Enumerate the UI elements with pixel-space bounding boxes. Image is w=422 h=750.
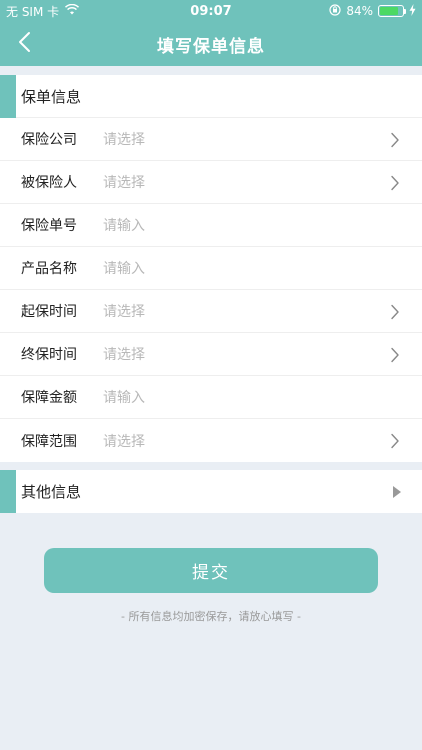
section-accent-bar <box>0 470 16 513</box>
form-row-select[interactable]: 请选择 <box>103 129 145 149</box>
form-row-label: 起保时间 <box>21 304 77 320</box>
form-row[interactable]: 保障金额 请输入 <box>0 376 422 419</box>
form-row[interactable]: 终保时间 请选择 <box>0 333 422 376</box>
form-row[interactable]: 保险公司 请选择 <box>0 118 422 161</box>
status-left: 无 SIM 卡 <box>6 3 80 20</box>
nav-bar: 填写保单信息 <box>0 22 422 66</box>
form-row-label: 保险单号 <box>21 218 77 234</box>
chevron-right-icon <box>390 175 400 191</box>
form-row-label: 终保时间 <box>21 347 77 363</box>
policy-info-title: 保单信息 <box>21 87 82 106</box>
form-row[interactable]: 产品名称 请输入 <box>0 247 422 290</box>
battery-level-fill <box>380 7 399 15</box>
form-row-select[interactable]: 请选择 <box>103 172 145 192</box>
back-button[interactable] <box>10 30 38 58</box>
rotation-lock-icon <box>329 3 341 19</box>
policy-form-rows: 保险公司 请选择 被保险人 请选择 保险单号 请输入 产品名称 请输入 起保时间 请选择 终保时间请… <box>0 118 422 462</box>
carrier-label: 无 SIM 卡 <box>6 4 60 19</box>
form-row-select[interactable]: 请选择 <box>103 301 145 321</box>
form-row-input[interactable]: 请输入 <box>103 387 145 407</box>
other-info-header[interactable]: 其他信息 <box>0 470 422 513</box>
policy-info-header: 保单信息 <box>0 75 422 118</box>
form-row-select[interactable]: 请选择 <box>103 431 145 451</box>
form-row-label: 保障金额 <box>21 390 77 406</box>
section-accent-bar <box>0 75 16 118</box>
submit-button[interactable]: 提交 <box>44 548 378 593</box>
other-info-section[interactable]: 其他信息 <box>0 470 422 513</box>
privacy-footnote: - 所有信息均加密保存，请放心填写 - <box>121 610 301 623</box>
chevron-left-icon <box>17 31 31 57</box>
form-row-select[interactable]: 请选择 <box>103 344 145 364</box>
form-row[interactable]: 被保险人 请选择 <box>0 161 422 204</box>
form-row[interactable]: 起保时间 请选择 <box>0 290 422 333</box>
form-row-input[interactable]: 请输入 <box>103 215 145 235</box>
status-right: 84% <box>329 3 416 19</box>
form-row[interactable]: 保障范围 请选择 <box>0 419 422 462</box>
form-row-label: 被保险人 <box>21 175 77 191</box>
battery-percent: 84% <box>346 4 373 18</box>
form-row-label: 保险公司 <box>21 132 77 148</box>
bolt-icon <box>409 3 416 19</box>
form-row-label: 产品名称 <box>21 261 77 277</box>
wifi-icon <box>65 3 80 18</box>
chevron-right-icon <box>390 433 400 449</box>
triangle-right-icon <box>392 484 402 503</box>
page-title: 填写保单信息 <box>157 36 265 57</box>
chevron-right-icon <box>390 304 400 320</box>
form-row-input[interactable]: 请输入 <box>103 258 145 278</box>
chevron-right-icon <box>390 347 400 363</box>
form-row[interactable]: 保险单号 请输入 <box>0 204 422 247</box>
policy-info-section: 保单信息 保险公司 请选择 被保险人 请选择 保险单号 请输入 产品名称 请输入 起保时间 请选择… <box>0 75 422 462</box>
status-bar: 无 SIM 卡 09:07 84% <box>0 0 422 22</box>
other-info-title: 其他信息 <box>21 483 82 501</box>
form-row-label: 保障范围 <box>21 433 77 450</box>
battery-icon <box>378 5 406 17</box>
chevron-right-icon <box>390 132 400 148</box>
